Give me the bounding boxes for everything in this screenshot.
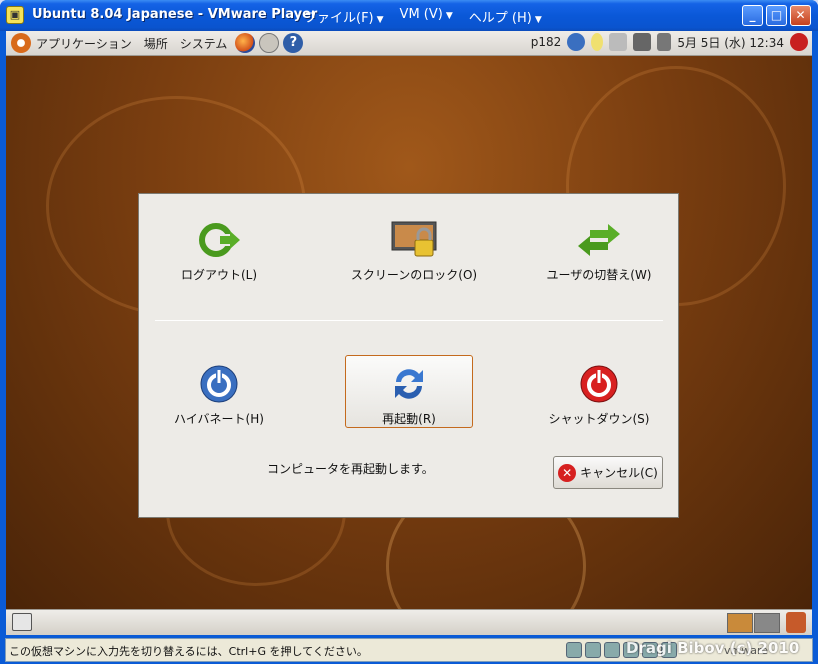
help-launcher-icon[interactable]: ? xyxy=(283,33,304,53)
restart-button[interactable]: 再起動(R) xyxy=(345,355,473,428)
shutdown-icon xyxy=(576,364,622,404)
floppy-icon[interactable] xyxy=(604,642,620,658)
status-hint: この仮想マシンに入力先を切り替えるには、Ctrl+G を押してください。 xyxy=(9,645,368,658)
places-menu[interactable]: 場所 xyxy=(144,35,168,52)
system-tray: p182 5月 5日 (水) 12:34 xyxy=(531,33,808,51)
hibernate-icon xyxy=(196,364,242,404)
dialog-message: コンピュータを再起動します。 xyxy=(267,462,434,476)
cancel-icon: ✕ xyxy=(558,463,577,482)
title-bar[interactable]: ▣ Ubuntu 8.04 Japanese - VMware Player フ… xyxy=(0,0,818,31)
vmware-menu-bar: ファイル(F) ▼ VM (V) ▼ ヘルプ (H) ▼ xyxy=(304,7,542,26)
cancel-label: キャンセル(C) xyxy=(580,466,658,480)
switch-user-label: ユーザの切替え(W) xyxy=(546,268,652,282)
dropdown-arrow-icon: ▼ xyxy=(376,15,384,25)
desktop-background[interactable]: ログアウト(L) スクリーンのロック(O) ユーザの切替え(W) ハイバネート(… xyxy=(6,56,812,635)
close-button[interactable]: ✕ xyxy=(790,5,811,26)
update-notifier-icon[interactable] xyxy=(567,33,586,51)
power-icon[interactable] xyxy=(790,33,808,51)
window-title: Ubuntu 8.04 Japanese - VMware Player xyxy=(32,7,318,22)
lock-screen-label: スクリーンのロック(O) xyxy=(350,268,478,282)
logout-button[interactable]: ログアウト(L) xyxy=(171,216,267,288)
status-bar-inner: この仮想マシンに入力先を切り替えるには、Ctrl+G を押してください。 vmw… xyxy=(5,638,813,662)
logout-label: ログアウト(L) xyxy=(180,268,258,282)
separator xyxy=(155,320,663,321)
vmware-app-icon: ▣ xyxy=(6,6,24,24)
lock-screen-button[interactable]: スクリーンのロック(O) xyxy=(339,216,489,288)
watermark: Dragi Bibov (c) 2010 xyxy=(626,639,800,657)
show-desktop-icon[interactable] xyxy=(12,613,32,631)
hostname-label: p182 xyxy=(530,35,562,49)
dropdown-arrow-icon: ▼ xyxy=(534,15,542,25)
switch-user-button[interactable]: ユーザの切替え(W) xyxy=(539,216,659,288)
menu-help-label: ヘルプ (H) xyxy=(468,11,532,26)
lock-screen-icon xyxy=(391,220,437,260)
volume-icon[interactable] xyxy=(657,33,672,51)
workspace-2[interactable] xyxy=(754,613,780,633)
clock[interactable]: 5月 5日 (水) 12:34 xyxy=(677,34,784,51)
cd-icon[interactable] xyxy=(585,642,601,658)
cancel-button[interactable]: ✕ キャンセル(C) xyxy=(553,456,663,489)
vmware-window: ▣ Ubuntu 8.04 Japanese - VMware Player フ… xyxy=(0,0,818,664)
restart-label: 再起動(R) xyxy=(382,412,436,426)
system-menu[interactable]: システム xyxy=(180,35,228,52)
minimize-button[interactable]: _ xyxy=(742,5,763,26)
firefox-launcher-icon[interactable] xyxy=(235,33,256,53)
maximize-button[interactable]: □ xyxy=(766,5,787,26)
menu-file[interactable]: ファイル(F) ▼ xyxy=(304,7,384,26)
ubuntu-logo-icon xyxy=(11,33,31,53)
keyboard-icon[interactable] xyxy=(609,33,628,51)
applications-menu[interactable]: アプリケーション xyxy=(36,35,132,52)
logout-icon xyxy=(196,220,242,260)
guest-screen[interactable]: アプリケーション 場所 システム ? p182 5月 5日 (水) 12:34 xyxy=(6,31,812,635)
menu-vm[interactable]: VM (V) ▼ xyxy=(400,7,453,26)
switch-user-icon xyxy=(576,220,622,260)
menu-file-label: ファイル(F) xyxy=(304,11,374,26)
vmware-status-bar: この仮想マシンに入力先を切り替えるには、Ctrl+G を押してください。 vmw… xyxy=(0,635,818,664)
gnome-bottom-panel xyxy=(6,609,812,635)
network-icon[interactable] xyxy=(633,33,652,51)
dropdown-arrow-icon: ▼ xyxy=(445,11,453,21)
menu-help[interactable]: ヘルプ (H) ▼ xyxy=(469,7,542,26)
hibernate-label: ハイバネート(H) xyxy=(174,412,264,426)
restart-icon xyxy=(386,364,432,404)
workspace-1[interactable] xyxy=(727,613,753,633)
mail-launcher-icon[interactable] xyxy=(259,33,280,53)
hibernate-button[interactable]: ハイバネート(H) xyxy=(169,360,269,432)
hdd-icon[interactable] xyxy=(566,642,582,658)
gnome-top-panel: アプリケーション 場所 システム ? p182 5月 5日 (水) 12:34 xyxy=(6,31,812,56)
trash-icon[interactable] xyxy=(786,612,806,633)
menu-vm-label: VM (V) xyxy=(399,7,443,22)
shutdown-button[interactable]: シャットダウン(S) xyxy=(543,360,655,432)
shutdown-label: シャットダウン(S) xyxy=(548,412,650,426)
restart-dialog: ログアウト(L) スクリーンのロック(O) ユーザの切替え(W) ハイバネート(… xyxy=(138,193,679,518)
bulb-icon[interactable] xyxy=(591,33,604,51)
